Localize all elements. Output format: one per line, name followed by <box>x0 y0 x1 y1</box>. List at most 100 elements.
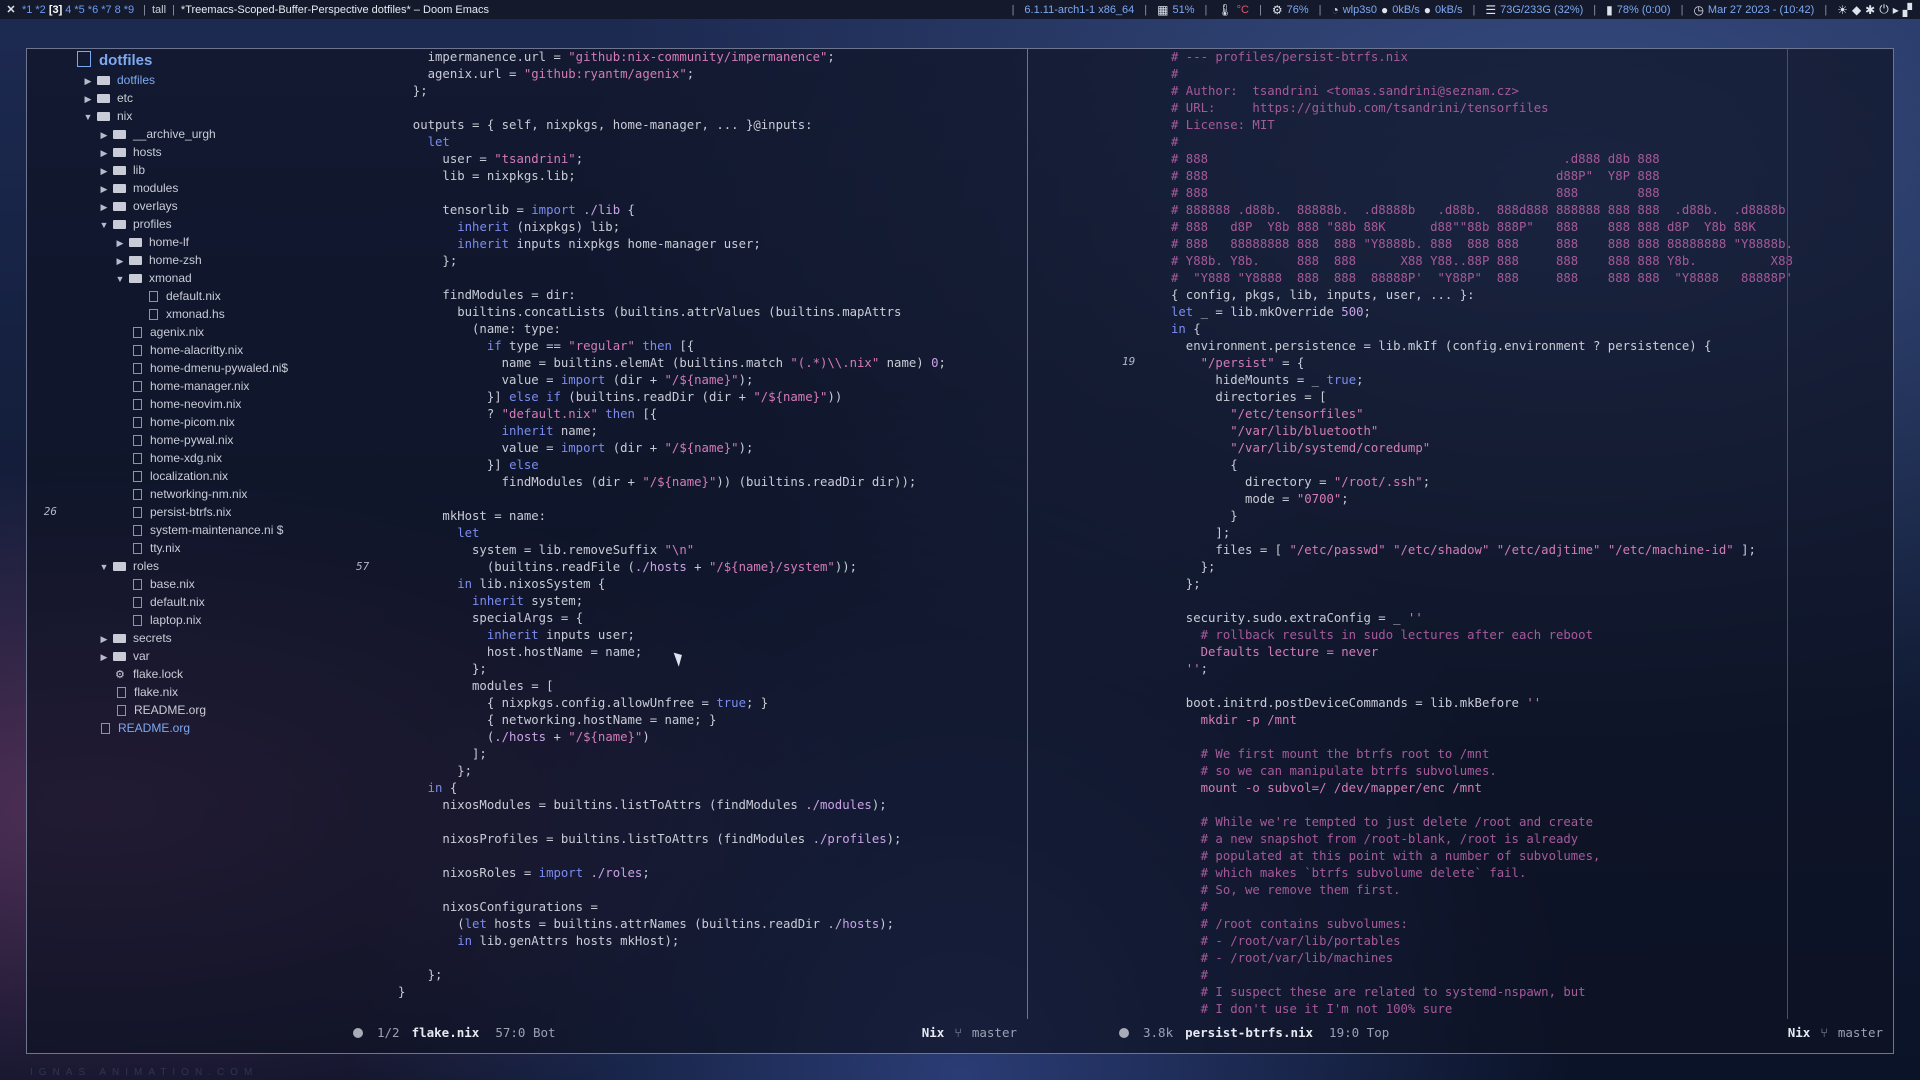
code-line[interactable]: mount -o subvol=/ /dev/mapper/enc /mnt <box>1171 780 1893 797</box>
code-line[interactable]: findModules = dir: <box>398 287 1027 304</box>
tree-folder-row[interactable]: ▶ hosts <box>27 143 162 161</box>
code-line[interactable]: (let hosts = builtins.attrNames (builtin… <box>398 916 1027 933</box>
code-line[interactable] <box>398 185 1027 202</box>
code-line[interactable]: inherit name; <box>398 423 1027 440</box>
code-line[interactable]: # Y88b. Y8b. 888 888 X88 Y88..88P 888 88… <box>1171 253 1893 270</box>
code-line[interactable]: # <box>1171 899 1893 916</box>
tree-folder-row[interactable]: ▶ home-zsh <box>27 251 202 269</box>
code-line[interactable] <box>1171 678 1893 695</box>
code-line[interactable]: nixosProfiles = builtins.listToAttrs (fi… <box>398 831 1027 848</box>
code-line[interactable]: # which makes `btrfs subvolume delete` f… <box>1171 865 1893 882</box>
tray-signal-icon[interactable]: ▞ <box>1903 3 1912 17</box>
workspace-1[interactable]: *1 <box>22 4 32 16</box>
tree-folder-row[interactable]: ▶ lib <box>27 161 145 179</box>
code-line[interactable]: # 888 88888888 888 888 "Y8888b. 888 888 … <box>1171 236 1893 253</box>
code-line[interactable]: }] else <box>398 457 1027 474</box>
code-line[interactable]: # a new snapshot from /root-blank, /root… <box>1171 831 1893 848</box>
code-line[interactable]: } <box>1171 508 1893 525</box>
code-line[interactable]: builtins.concatLists (builtins.attrValue… <box>398 304 1027 321</box>
major-mode[interactable]: Nix <box>922 1021 945 1045</box>
code-line[interactable]: name = builtins.elemAt (builtins.match "… <box>398 355 1027 372</box>
code-line[interactable]: boot.initrd.postDeviceCommands = lib.mkB… <box>1171 695 1893 712</box>
code-line[interactable]: # 888888 .d88b. 88888b. .d8888b .d88b. 8… <box>1171 202 1893 219</box>
code-line[interactable]: # - /root/var/lib/portables <box>1171 933 1893 950</box>
code-line[interactable]: (builtins.readFile (./hosts + "/${name}/… <box>398 559 1027 576</box>
chevron-right-icon[interactable]: ▶ <box>99 144 109 162</box>
tree-folder-row[interactable]: ▼ profiles <box>27 215 172 233</box>
editor-right-persist-btrfs-nix[interactable]: 19 # --- profiles/persist-btrfs.nix # # Au… <box>1028 49 1893 1053</box>
code-line[interactable]: # So, we remove them first. <box>1171 882 1893 899</box>
chevron-right-icon[interactable]: ▶ <box>115 252 125 270</box>
code-line[interactable]: # I don't use it I'm not 100% sure <box>1171 1001 1893 1018</box>
code-line[interactable]: }; <box>1171 559 1893 576</box>
workspace-3[interactable]: [3] <box>49 4 62 16</box>
code-line[interactable]: value = import (dir + "/${name}"); <box>398 440 1027 457</box>
tree-file-row[interactable]: home-dmenu-pywaled.ni$ <box>27 359 288 377</box>
tree-file-row[interactable]: flake.nix <box>27 683 178 701</box>
code-line[interactable]: inherit inputs nixpkgs home-manager user… <box>398 236 1027 253</box>
workspace-9[interactable]: *9 <box>124 4 134 16</box>
tree-file-row[interactable]: default.nix <box>27 593 205 611</box>
code-line[interactable]: # <box>1171 66 1893 83</box>
code-line[interactable]: in { <box>398 780 1027 797</box>
code-line[interactable]: } <box>398 984 1027 1001</box>
tray-shield-icon[interactable]: ◆ <box>1852 3 1861 17</box>
code-line[interactable]: inherit inputs user; <box>398 627 1027 644</box>
code-line[interactable]: modules = [ <box>398 678 1027 695</box>
code-line[interactable]: # 888 .d888 d8b 888 <box>1171 151 1893 168</box>
tree-file-row[interactable]: tty.nix <box>27 539 180 557</box>
tree-file-row[interactable]: base.nix <box>27 575 195 593</box>
code-line[interactable] <box>1171 593 1893 610</box>
code-line[interactable]: "/var/lib/bluetooth" <box>1171 423 1893 440</box>
chevron-right-icon[interactable]: ▶ <box>115 234 125 252</box>
code-line[interactable]: environment.persistence = lib.mkIf (conf… <box>1171 338 1893 355</box>
tree-folder-row[interactable]: ▶ secrets <box>27 629 172 647</box>
code-line[interactable]: # 888 d8P Y8b 888 "88b 88K d88""88b 888P… <box>1171 219 1893 236</box>
code-line[interactable]: agenix.url = "github:ryantm/agenix"; <box>398 66 1027 83</box>
chevron-down-icon[interactable]: ▼ <box>99 558 109 576</box>
tree-file-row[interactable]: home-neovim.nix <box>27 395 241 413</box>
code-line[interactable]: directories = [ <box>1171 389 1893 406</box>
code-line[interactable]: # populated at this point with a number … <box>1171 848 1893 865</box>
tree-file-row[interactable]: home-alacritty.nix <box>27 341 243 359</box>
code-line[interactable]: specialArgs = { <box>398 610 1027 627</box>
code-line[interactable]: }; <box>398 763 1027 780</box>
chevron-right-icon[interactable]: ▶ <box>99 126 109 144</box>
code-line[interactable] <box>398 270 1027 287</box>
tree-folder-row[interactable]: ▼ nix <box>27 107 133 125</box>
code-line[interactable]: lib = nixpkgs.lib; <box>398 168 1027 185</box>
code-line[interactable]: # /root contains subvolumes: <box>1171 916 1893 933</box>
code-line[interactable]: ]; <box>398 746 1027 763</box>
brightness-icon[interactable]: ☀ <box>1837 3 1848 17</box>
code-line[interactable]: # 888 d88P" Y8P 888 <box>1171 168 1893 185</box>
code-line[interactable]: nixosConfigurations = <box>398 899 1027 916</box>
code-line[interactable]: mode = "0700"; <box>1171 491 1893 508</box>
tray-power-icon[interactable]: ⏻ <box>1879 2 1889 17</box>
chevron-right-icon[interactable]: ▶ <box>99 198 109 216</box>
code-line[interactable]: in lib.nixosSystem { <box>398 576 1027 593</box>
code-line[interactable]: inherit system; <box>398 593 1027 610</box>
code-line[interactable]: let <box>398 134 1027 151</box>
tree-folder-row[interactable]: ▼ roles <box>27 557 159 575</box>
tree-folder-row[interactable]: ▼ xmonad <box>27 269 192 287</box>
tree-folder-row[interactable]: ▶ modules <box>27 179 179 197</box>
code-line[interactable]: value = import (dir + "/${name}"); <box>398 372 1027 389</box>
tree-file-row[interactable]: system-maintenance.ni $ <box>27 521 283 539</box>
code-line[interactable]: # "Y888 "Y8888 888 888 88888P' "Y88P" 88… <box>1171 270 1893 287</box>
code-line[interactable]: # URL: https://github.com/tsandrini/tens… <box>1171 100 1893 117</box>
code-line[interactable]: }; <box>398 253 1027 270</box>
major-mode[interactable]: Nix <box>1788 1021 1811 1045</box>
code-line[interactable]: }; <box>398 83 1027 100</box>
code-line[interactable] <box>1171 729 1893 746</box>
code-line[interactable]: # While we're tempted to just delete /ro… <box>1171 814 1893 831</box>
code-line[interactable]: if type == "regular" then [{ <box>398 338 1027 355</box>
tray-volume-icon[interactable]: ▸ <box>1893 3 1899 17</box>
code-line[interactable]: { <box>1171 457 1893 474</box>
code-line[interactable]: "/etc/tensorfiles" <box>1171 406 1893 423</box>
tree-file-row[interactable]: agenix.nix <box>27 323 204 341</box>
chevron-down-icon[interactable]: ▼ <box>99 216 109 234</box>
code-line[interactable]: nixosRoles = import ./roles; <box>398 865 1027 882</box>
git-branch[interactable]: master <box>972 1021 1017 1045</box>
code-line[interactable]: # <box>1171 967 1893 984</box>
code-line[interactable]: host.hostName = name; <box>398 644 1027 661</box>
